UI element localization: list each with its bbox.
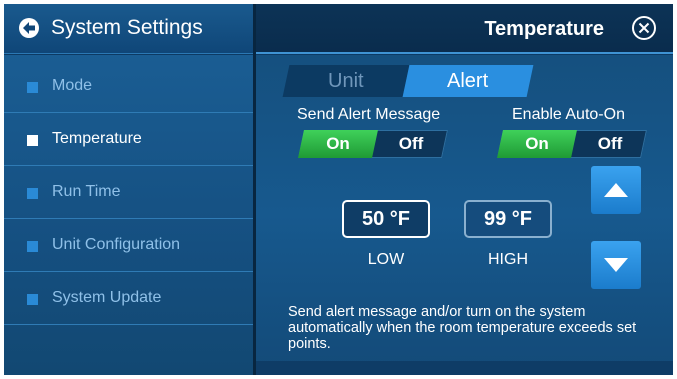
- footer-bar: [256, 361, 673, 375]
- tab-label: Alert: [447, 70, 489, 92]
- sidebar-item-label: Unit Configuration: [52, 236, 181, 253]
- sidebar-item-unit-configuration[interactable]: Unit Configuration: [4, 220, 253, 272]
- close-icon[interactable]: [631, 15, 657, 41]
- back-icon[interactable]: [18, 17, 40, 39]
- down-arrow-icon: [604, 258, 628, 272]
- bullet-icon: [27, 135, 38, 146]
- header-right: Temperature: [256, 4, 673, 54]
- sidebar-item-temperature[interactable]: Temperature: [4, 114, 253, 166]
- main-panel: Unit Alert Send Alert Message Enable Aut…: [256, 55, 673, 375]
- header-left: System Settings: [4, 4, 254, 54]
- sidebar-item-label: System Update: [52, 289, 162, 306]
- help-text: Send alert message and/or turn on the sy…: [288, 304, 637, 352]
- tab-alert[interactable]: Alert: [402, 65, 534, 97]
- app-title: System Settings: [51, 16, 203, 39]
- sidebar-item-run-time[interactable]: Run Time: [4, 167, 253, 219]
- bullet-icon: [27, 188, 38, 199]
- page-title: Temperature: [484, 18, 604, 40]
- auto-on-toggle[interactable]: On Off: [497, 130, 647, 158]
- increase-button[interactable]: [591, 166, 641, 214]
- send-alert-on-option[interactable]: On: [298, 130, 378, 158]
- high-setpoint-field[interactable]: 99 °F: [464, 200, 552, 238]
- tab-unit[interactable]: Unit: [282, 65, 410, 97]
- sidebar: Mode Temperature Run Time Unit Configura…: [4, 55, 253, 375]
- up-arrow-icon: [604, 183, 628, 197]
- tab-label: Unit: [328, 70, 364, 92]
- sidebar-item-label: Mode: [52, 77, 93, 94]
- decrease-button[interactable]: [591, 241, 641, 289]
- bullet-icon: [27, 82, 38, 93]
- low-setpoint-field[interactable]: 50 °F: [342, 200, 430, 238]
- auto-on-off-option[interactable]: Off: [572, 130, 648, 158]
- send-alert-toggle[interactable]: On Off: [298, 130, 448, 158]
- auto-on-label: Enable Auto-On: [512, 106, 625, 123]
- sidebar-item-system-update[interactable]: System Update: [4, 273, 253, 325]
- sidebar-item-label: Run Time: [52, 183, 121, 200]
- app-window: System Settings Temperature Mode Tempera…: [4, 4, 673, 375]
- high-caption: HIGH: [488, 251, 528, 268]
- bullet-icon: [27, 241, 38, 252]
- send-alert-label: Send Alert Message: [297, 106, 441, 123]
- bullet-icon: [27, 294, 38, 305]
- send-alert-off-option[interactable]: Off: [373, 130, 449, 158]
- sidebar-item-label: Temperature: [52, 130, 142, 147]
- auto-on-on-option[interactable]: On: [497, 130, 577, 158]
- sidebar-item-mode[interactable]: Mode: [4, 61, 253, 113]
- low-caption: LOW: [367, 251, 405, 268]
